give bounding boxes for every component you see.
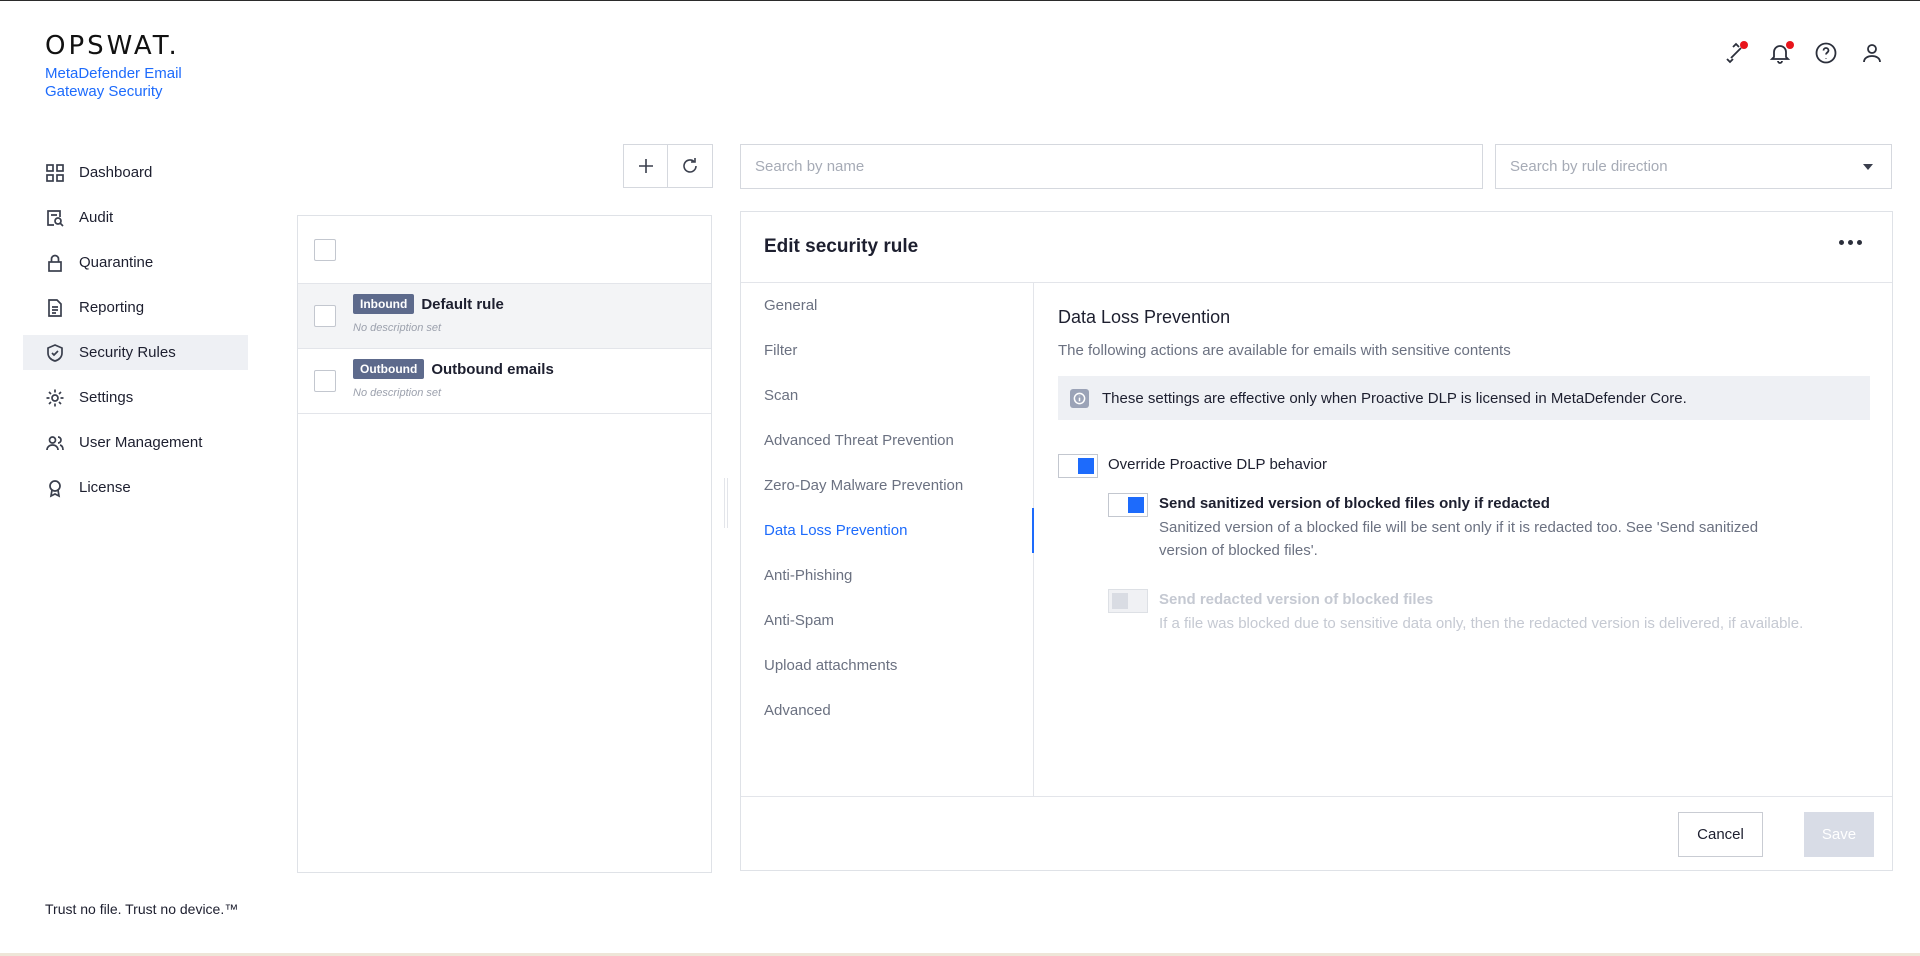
sidebar-item-label: Audit xyxy=(79,209,114,226)
rules-toolbar xyxy=(623,144,713,188)
editor-tabs: General Filter Scan Advanced Threat Prev… xyxy=(741,283,1034,797)
lock-icon xyxy=(45,253,65,273)
sidebar-item-license[interactable]: License xyxy=(23,470,248,505)
document-icon xyxy=(45,298,65,318)
sidebar-item-user-management[interactable]: User Management xyxy=(23,425,248,460)
sidebar-item-label: Dashboard xyxy=(79,164,153,181)
tab-scan[interactable]: Scan xyxy=(741,373,1033,418)
chevron-down-icon[interactable] xyxy=(1863,164,1873,170)
audit-icon xyxy=(45,208,65,228)
tab-zero-day-malware-prevention[interactable]: Zero-Day Malware Prevention xyxy=(741,463,1033,508)
opswat-logo: OPSWAT. xyxy=(45,31,180,61)
override-dlp-label: Override Proactive DLP behavior xyxy=(1108,456,1327,473)
bell-icon[interactable] xyxy=(1768,41,1794,65)
tab-advanced[interactable]: Advanced xyxy=(741,688,1033,733)
search-by-name-input[interactable] xyxy=(740,144,1483,189)
rule-row[interactable]: Outbound Outbound emails No description … xyxy=(298,349,711,414)
send-redacted-toggle[interactable] xyxy=(1108,589,1148,613)
sidebar-item-label: Security Rules xyxy=(79,344,176,361)
sidebar-item-label: User Management xyxy=(79,434,203,451)
rule-description: No description set xyxy=(353,387,442,399)
send-sanitized-description: Sanitized version of a blocked file will… xyxy=(1159,519,1759,559)
rule-name: Outbound emails xyxy=(431,360,554,378)
tagline: Trust no file. Trust no device.™ xyxy=(45,901,239,917)
rule-checkbox[interactable] xyxy=(314,305,336,327)
rules-list: Inbound Default rule No description set … xyxy=(297,215,712,873)
section-subtitle: The following actions are available for … xyxy=(1058,342,1511,359)
direction-badge: Outbound xyxy=(353,359,425,379)
connections-icon[interactable] xyxy=(1722,41,1748,65)
grid-icon xyxy=(45,163,65,183)
sidebar-item-settings[interactable]: Settings xyxy=(23,380,248,415)
help-icon[interactable] xyxy=(1814,41,1838,65)
more-options-icon[interactable] xyxy=(1839,240,1862,245)
sidebar-item-label: Quarantine xyxy=(79,254,154,271)
save-button[interactable]: Save xyxy=(1804,812,1874,857)
editor-footer: Cancel Save xyxy=(741,796,1892,870)
header-icons xyxy=(1722,41,1884,65)
info-icon xyxy=(1070,388,1089,408)
cancel-button[interactable]: Cancel xyxy=(1678,812,1763,857)
tab-upload-attachments[interactable]: Upload attachments xyxy=(741,643,1033,688)
plus-icon xyxy=(638,159,653,173)
dlp-settings: Data Loss Prevention The following actio… xyxy=(1058,307,1870,420)
add-rule-button[interactable] xyxy=(623,144,668,188)
info-banner: These settings are effective only when P… xyxy=(1058,376,1870,420)
send-redacted-option: Send redacted version of blocked files I… xyxy=(1159,591,1809,635)
rule-direction-select[interactable] xyxy=(1495,144,1892,189)
tab-anti-phishing[interactable]: Anti-Phishing xyxy=(741,553,1033,598)
sidebar-nav: Dashboard Audit Quarantine Reporting Sec… xyxy=(23,155,248,515)
send-sanitized-toggle[interactable] xyxy=(1108,493,1148,517)
award-icon xyxy=(45,478,65,498)
info-text: These settings are effective only when P… xyxy=(1102,389,1687,407)
tab-general[interactable]: General xyxy=(741,283,1033,328)
tab-anti-spam[interactable]: Anti-Spam xyxy=(741,598,1033,643)
direction-badge: Inbound xyxy=(353,294,415,314)
editor-header: Edit security rule xyxy=(741,212,1892,283)
rule-name: Default rule xyxy=(421,295,504,313)
section-title: Data Loss Prevention xyxy=(1058,307,1231,327)
rule-row[interactable]: Inbound Default rule No description set xyxy=(298,284,711,349)
sidebar-item-quarantine[interactable]: Quarantine xyxy=(23,245,248,280)
sidebar-item-security-rules[interactable]: Security Rules xyxy=(23,335,248,370)
notification-dot xyxy=(1740,41,1748,49)
tab-data-loss-prevention[interactable]: Data Loss Prevention xyxy=(741,508,1034,553)
sidebar-item-audit[interactable]: Audit xyxy=(23,200,248,235)
editor-title: Edit security rule xyxy=(764,236,919,257)
tab-advanced-threat-prevention[interactable]: Advanced Threat Prevention xyxy=(741,418,1033,463)
send-sanitized-label: Send sanitized version of blocked files … xyxy=(1159,495,1550,512)
shield-check-icon xyxy=(45,343,65,363)
override-dlp-option: Override Proactive DLP behavior xyxy=(1108,456,1327,473)
brand: OPSWAT. MetaDefender Email Gateway Secur… xyxy=(45,31,195,101)
users-icon xyxy=(45,433,65,453)
tab-filter[interactable]: Filter xyxy=(741,328,1033,373)
refresh-button[interactable] xyxy=(668,144,713,188)
rule-description: No description set xyxy=(353,322,442,334)
user-icon[interactable] xyxy=(1860,41,1884,65)
product-name: MetaDefender Email Gateway Security xyxy=(45,65,182,100)
panel-resize-handle[interactable] xyxy=(724,478,728,528)
rule-checkbox[interactable] xyxy=(314,370,336,392)
sidebar-item-dashboard[interactable]: Dashboard xyxy=(23,155,248,190)
sidebar-item-reporting[interactable]: Reporting xyxy=(23,290,248,325)
send-sanitized-option: Send sanitized version of blocked files … xyxy=(1159,495,1809,562)
gear-icon xyxy=(45,388,65,408)
edit-security-rule-panel: Edit security rule General Filter Scan A… xyxy=(740,211,1893,871)
search-by-direction-input[interactable] xyxy=(1496,145,1891,188)
refresh-icon xyxy=(683,158,697,173)
select-all-checkbox[interactable] xyxy=(314,239,336,261)
rules-list-header xyxy=(298,216,711,284)
send-redacted-label: Send redacted version of blocked files xyxy=(1159,591,1434,608)
sidebar-item-label: Settings xyxy=(79,389,134,406)
sidebar-item-label: License xyxy=(79,479,131,496)
send-redacted-description: If a file was blocked due to sensitive d… xyxy=(1159,615,1804,632)
notification-dot xyxy=(1786,41,1794,49)
override-dlp-toggle[interactable] xyxy=(1058,454,1098,478)
sidebar-item-label: Reporting xyxy=(79,299,145,316)
